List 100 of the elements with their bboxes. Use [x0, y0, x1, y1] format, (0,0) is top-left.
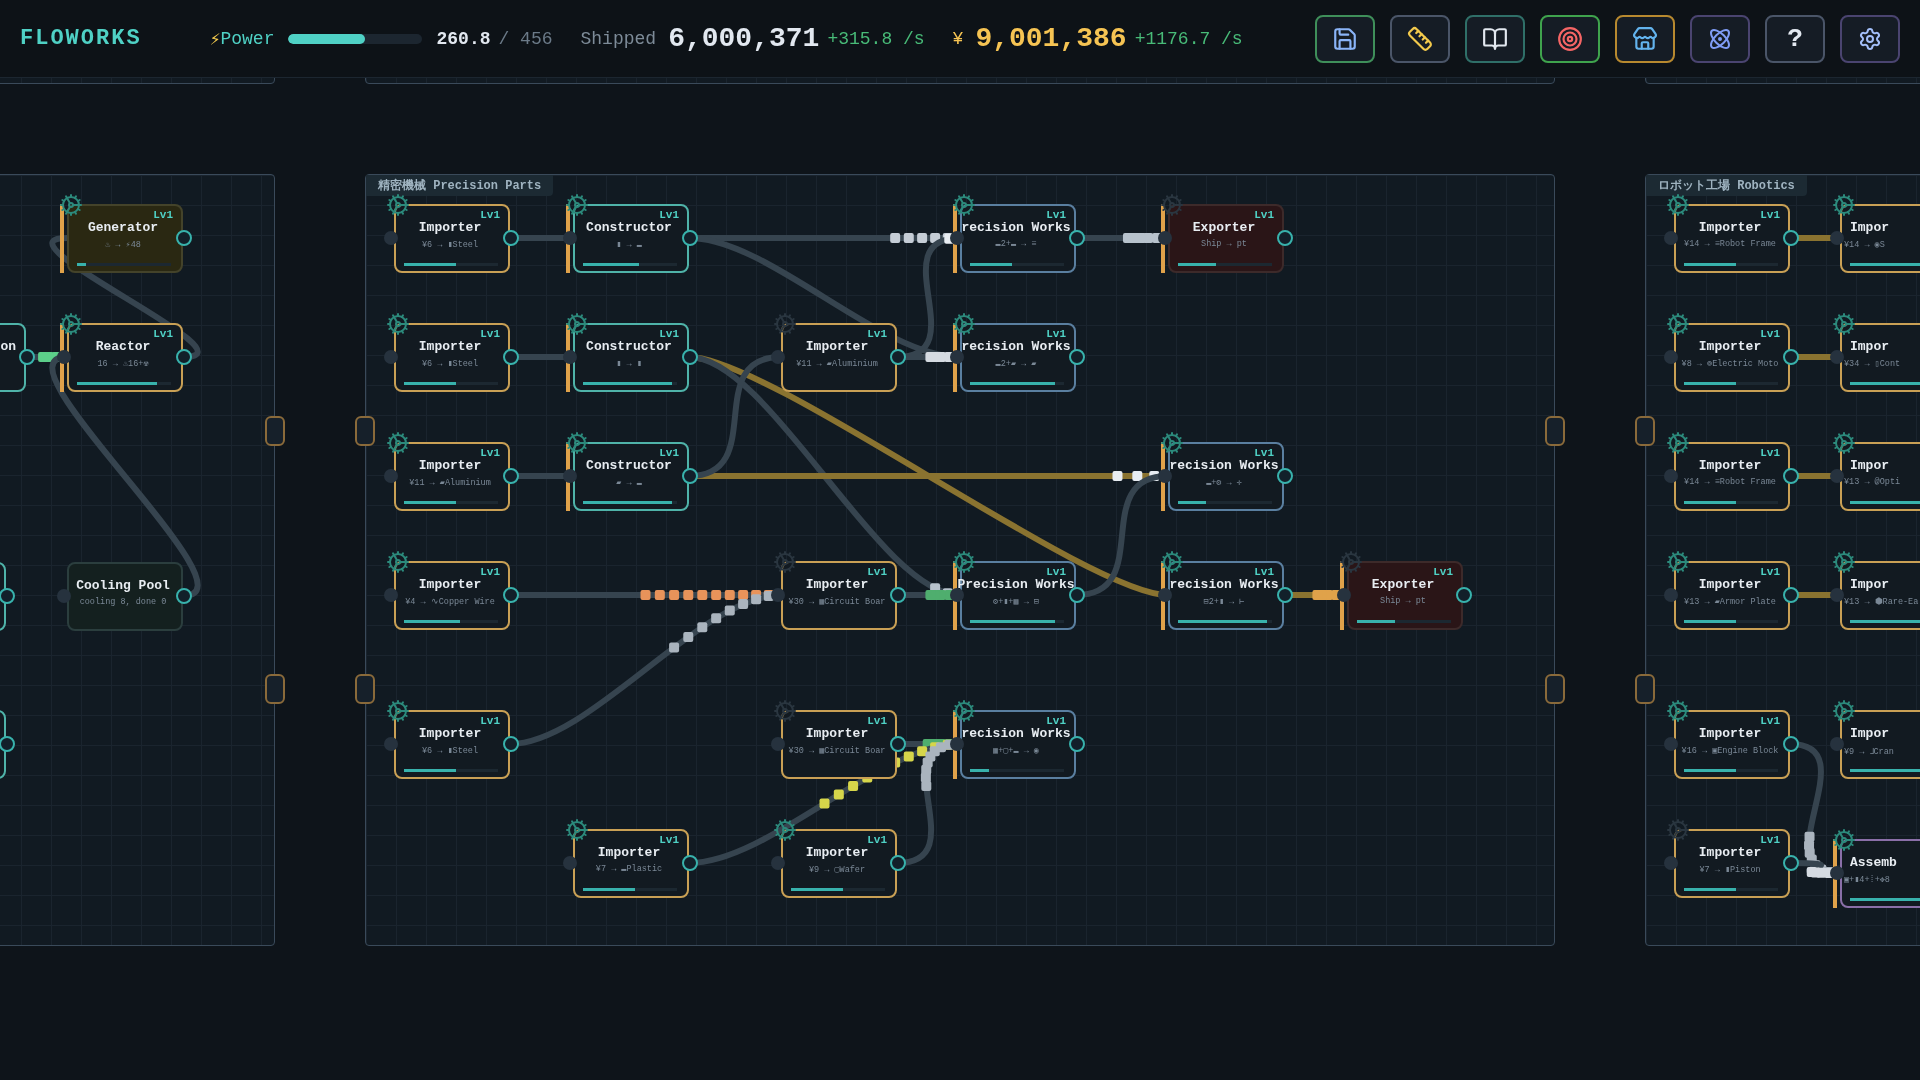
- machine-node[interactable]: Lv1 Exporter Ship → pt: [1347, 561, 1463, 630]
- machine-node[interactable]: Lv1 Reactor 16 → ♨16+☢: [67, 323, 183, 392]
- panel-port[interactable]: [1635, 674, 1655, 704]
- machine-node[interactable]: Lv1 Importer ¥14 → ≡Robot Frame: [1674, 442, 1790, 511]
- gear-icon[interactable]: [1832, 312, 1856, 336]
- output-port[interactable]: [1069, 587, 1085, 603]
- machine-node[interactable]: Impor ¥14 → ◉S: [1840, 204, 1920, 273]
- machine-node[interactable]: Impor ¥13 → @Opti: [1840, 442, 1920, 511]
- shop-button[interactable]: [1615, 14, 1675, 63]
- gear-icon[interactable]: [1666, 193, 1690, 217]
- machine-node[interactable]: Lv1 Importer ¥8 → ⊚Electric Moto: [1674, 323, 1790, 392]
- panel-port[interactable]: [355, 416, 375, 446]
- machine-node[interactable]: Assemb ▣+▮4+⁞+✥8: [1840, 839, 1920, 908]
- gear-icon[interactable]: [1832, 550, 1856, 574]
- gear-icon[interactable]: [1666, 312, 1690, 336]
- recipe-text: Ship → pt: [1201, 239, 1247, 249]
- machine-node[interactable]: Cooling Pool cooling 8, done 0: [67, 562, 183, 631]
- machine-node[interactable]: Lv1 Importer ¥6 → ▮Steel: [394, 710, 510, 779]
- machine-node[interactable]: Lv1 Importer ¥30 → ▦Circuit Boar: [781, 561, 897, 630]
- node-title: Importer: [805, 726, 869, 741]
- machine-node[interactable]: Lv1 recision Works ▬2+▰ → ▰: [960, 323, 1076, 392]
- gear-icon[interactable]: [1666, 550, 1690, 574]
- settings-icon: [1858, 26, 1882, 51]
- gear-icon[interactable]: [1832, 193, 1856, 217]
- gear-icon[interactable]: [386, 193, 410, 217]
- ruler-button[interactable]: [1390, 14, 1450, 63]
- app-logo: FLOWORKS: [20, 26, 142, 51]
- machine-node[interactable]: Lv1 Constructor ▮ → ▬: [573, 204, 689, 273]
- gear-icon[interactable]: [1666, 431, 1690, 455]
- gear-icon[interactable]: [1832, 699, 1856, 723]
- gear-icon[interactable]: [1160, 550, 1184, 574]
- recipe-text: ▣+▮4+⁞+✥8: [1844, 874, 1890, 885]
- atom-button[interactable]: [1690, 14, 1750, 63]
- machine-node[interactable]: Lv1 recision Works ⊟2+▮ → ⊢: [1168, 561, 1284, 630]
- panel-port[interactable]: [1545, 674, 1565, 704]
- gear-icon[interactable]: [1832, 828, 1856, 852]
- money-rate: +1176.7 /s: [1134, 28, 1243, 49]
- save-button[interactable]: [1315, 14, 1375, 63]
- gear-icon[interactable]: [565, 193, 589, 217]
- machine-node[interactable]: Lv1 Importer ¥14 → ≡Robot Frame: [1674, 204, 1790, 273]
- gear-icon[interactable]: [386, 431, 410, 455]
- settings-button[interactable]: [1840, 14, 1900, 63]
- gear-icon[interactable]: [386, 550, 410, 574]
- book-button[interactable]: [1465, 14, 1525, 63]
- machine-node[interactable]: on: [0, 323, 26, 392]
- machine-node[interactable]: Lv1 recision Works ▬2+▬ → ≡: [960, 204, 1076, 273]
- target-button[interactable]: [1540, 14, 1600, 63]
- machine-node[interactable]: Lv1 recision Works ▦+▢+▬ → ◉: [960, 710, 1076, 779]
- machine-node[interactable]: Lv1 Importer ¥9 → ▢Wafer: [781, 829, 897, 898]
- panel-port[interactable]: [265, 674, 285, 704]
- machine-node[interactable]: Lv1 Constructor ▰ → ▬: [573, 442, 689, 511]
- machine-node[interactable]: Lv1 Importer ¥16 → ▣Engine Block: [1674, 710, 1790, 779]
- gear-icon[interactable]: [565, 431, 589, 455]
- machine-node[interactable]: Impor ¥13 → ⬢Rare-Ea: [1840, 561, 1920, 630]
- gear-icon[interactable]: [952, 699, 976, 723]
- ruler-icon: [1407, 25, 1433, 52]
- gear-icon[interactable]: [59, 193, 83, 217]
- level-label: Lv1: [659, 447, 679, 459]
- machine-node[interactable]: Impor ¥34 → ▯Cont: [1840, 323, 1920, 392]
- gear-icon[interactable]: [1160, 193, 1184, 217]
- panel-port[interactable]: [355, 674, 375, 704]
- machine-node[interactable]: Lv1 Importer ¥4 → ∿Copper Wire: [394, 561, 510, 630]
- gear-icon[interactable]: [59, 312, 83, 336]
- node-title: recision Works: [961, 339, 1071, 354]
- machine-node[interactable]: Lv1 Importer ¥13 → ▰Armor Plate: [1674, 561, 1790, 630]
- machine-node[interactable]: Lv1 Importer ¥6 → ▮Steel: [394, 323, 510, 392]
- gear-icon[interactable]: [386, 312, 410, 336]
- gear-icon[interactable]: [1160, 431, 1184, 455]
- machine-node[interactable]: Lv1 Importer ¥6 → ▮Steel: [394, 204, 510, 273]
- machine-node[interactable]: Lv1 Constructor ▮ → ▮: [573, 323, 689, 392]
- gear-icon[interactable]: [952, 312, 976, 336]
- machine-node[interactable]: Lv1 Importer ¥11 → ▰Aluminium: [394, 442, 510, 511]
- panel-port[interactable]: [1635, 416, 1655, 446]
- money-value: 9,001,386: [975, 23, 1127, 54]
- machine-node[interactable]: Lv1 Importer ¥11 → ▰Aluminium: [781, 323, 897, 392]
- machine-node[interactable]: Lv1 recision Works ▬+⚙ → ✛: [1168, 442, 1284, 511]
- gear-icon[interactable]: [1832, 431, 1856, 455]
- power-max: / 456: [498, 28, 553, 49]
- machine-node[interactable]: Impor ¥9 → ⅃Cran: [1840, 710, 1920, 779]
- gear-icon[interactable]: [386, 699, 410, 723]
- node-title: Importer: [1698, 220, 1762, 235]
- help-button[interactable]: ?: [1765, 14, 1825, 63]
- recipe-text: 16 → ♨16+☢: [97, 358, 149, 369]
- gear-icon[interactable]: [1339, 550, 1363, 574]
- node-title: Importer: [805, 339, 869, 354]
- machine-node[interactable]: Lv1 Generator ♨ → ⚡48: [67, 204, 183, 273]
- recipe-text: ▬2+▰ → ▰: [995, 358, 1037, 369]
- machine-node[interactable]: Lv1 Exporter Ship → pt: [1168, 204, 1284, 273]
- gear-icon[interactable]: [952, 193, 976, 217]
- machine-node[interactable]: Lv1 Importer ¥7 → ▮Piston: [1674, 829, 1790, 898]
- level-label: Lv1: [1254, 209, 1274, 221]
- gear-icon[interactable]: [565, 312, 589, 336]
- gear-icon[interactable]: [565, 818, 589, 842]
- machine-node[interactable]: Lv1 Importer ¥30 → ▦Circuit Boar: [781, 710, 897, 779]
- machine-node[interactable]: Lv1 Importer ¥7 → ▬Plastic: [573, 829, 689, 898]
- panel-port[interactable]: [265, 416, 285, 446]
- gear-icon[interactable]: [952, 550, 976, 574]
- panel-port[interactable]: [1545, 416, 1565, 446]
- gear-icon[interactable]: [773, 818, 797, 842]
- gear-icon[interactable]: [1666, 699, 1690, 723]
